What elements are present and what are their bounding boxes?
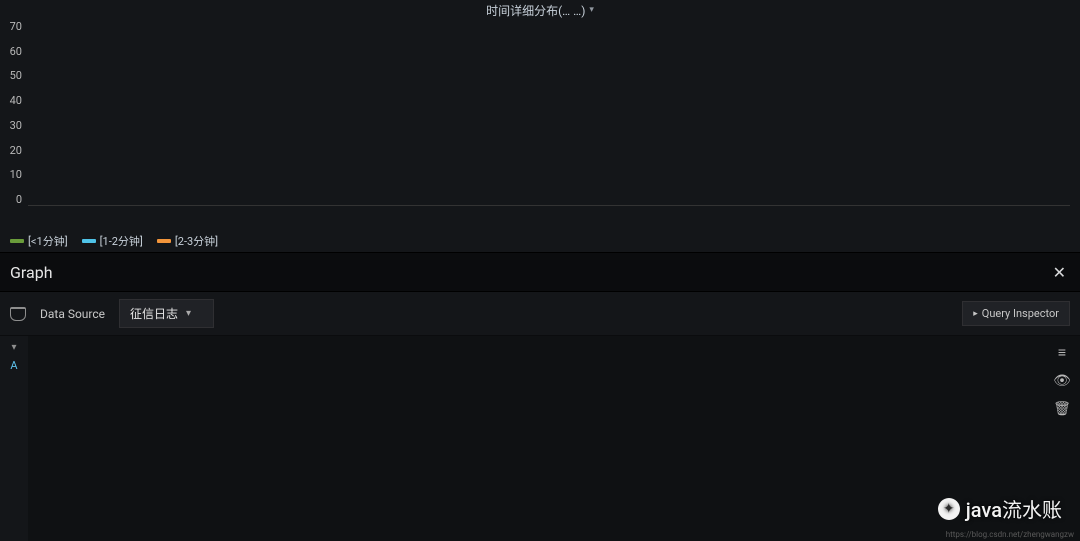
menu-icon[interactable]: ≡	[1058, 344, 1066, 361]
legend-item[interactable]: [<1分钟]	[10, 233, 68, 249]
panel-type-label: Graph	[10, 263, 53, 282]
query-inspector-button[interactable]: Query Inspector	[962, 301, 1070, 326]
legend-item[interactable]: [1-2分钟]	[82, 233, 143, 249]
datasource-icon	[10, 307, 26, 321]
datasource-label: Data Source	[40, 307, 105, 321]
datasource-select[interactable]: 征信日志	[119, 299, 214, 328]
sql-code[interactable]	[28, 336, 1044, 541]
datasource-row: Data Source 征信日志 Query Inspector	[0, 292, 1080, 336]
plot-area	[28, 20, 1070, 206]
y-axis: 706050403020100	[2, 20, 22, 206]
legend-swatch	[157, 239, 171, 243]
chart-panel[interactable]: 706050403020100	[0, 20, 1080, 230]
footer-url: https://blog.csdn.net/zhengwangzw	[946, 530, 1074, 539]
chevron-down-icon: ▾	[589, 5, 594, 15]
panel-title-text: 时间详细分布(… …)	[486, 2, 585, 19]
legend-swatch	[10, 239, 24, 243]
editor-tab-bar: Graph ✕	[0, 252, 1080, 292]
panel-title[interactable]: 时间详细分布(… …) ▾	[0, 0, 1080, 20]
collapse-icon[interactable]: ▾	[11, 342, 16, 353]
close-icon[interactable]: ✕	[1053, 263, 1066, 282]
legend-swatch	[82, 239, 96, 243]
chart-legend: [<1分钟] [1-2分钟] [2-3分钟]	[0, 230, 1080, 252]
x-axis	[28, 210, 1070, 226]
legend-item[interactable]: [2-3分钟]	[157, 233, 218, 249]
query-editor: ▾ A ≡ 👁 🗑	[0, 336, 1080, 541]
query-letter[interactable]: A	[10, 359, 17, 372]
query-actions: ≡ 👁 🗑	[1044, 336, 1080, 541]
eye-icon[interactable]: 👁	[1053, 373, 1071, 389]
trash-icon[interactable]: 🗑	[1053, 401, 1071, 417]
query-gutter: ▾ A	[0, 336, 28, 541]
